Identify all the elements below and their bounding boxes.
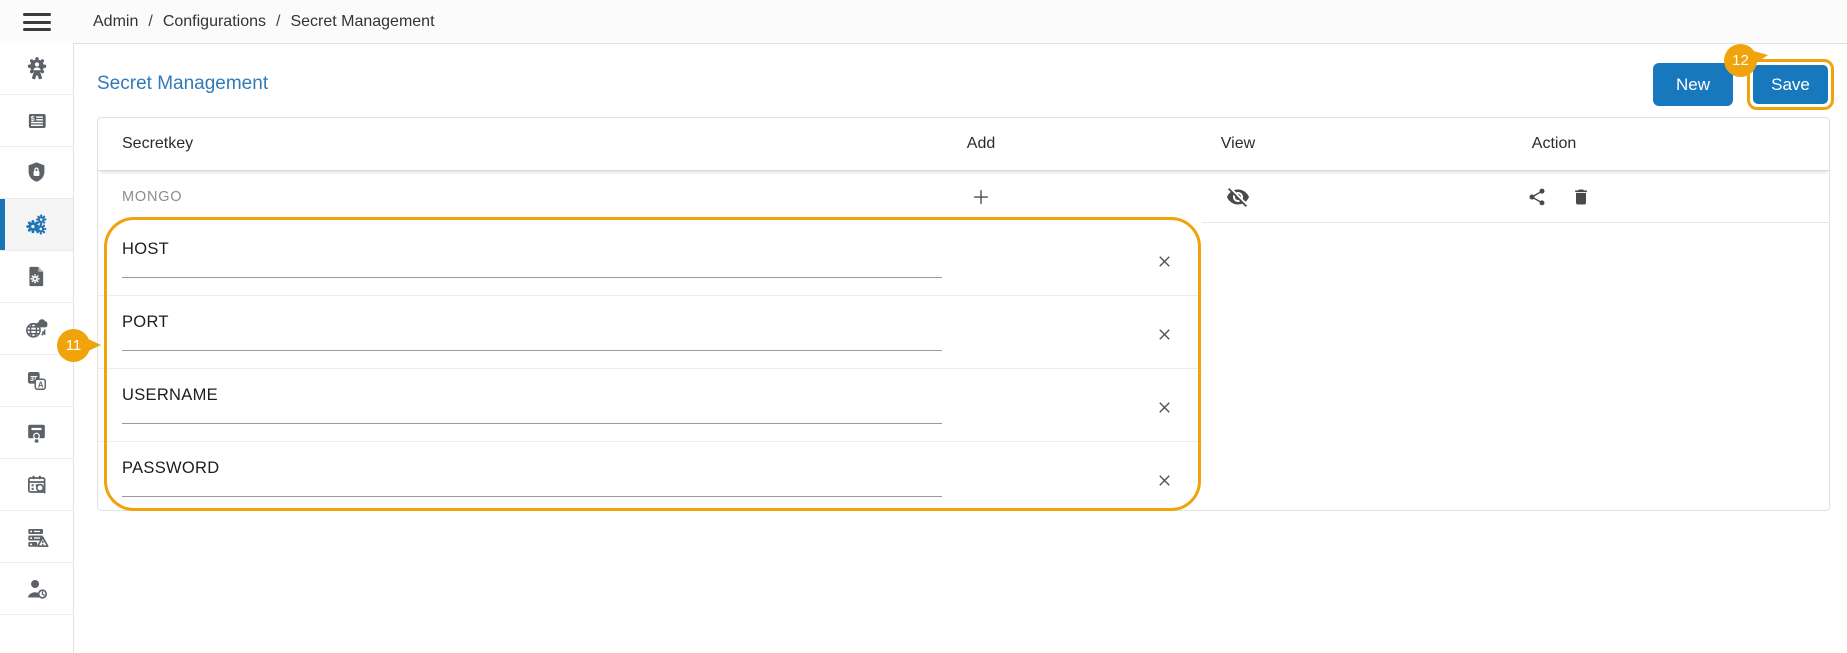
column-header-add: Add [951, 118, 1011, 170]
sidebar-item-calendar-search[interactable] [0, 459, 73, 511]
close-icon [1155, 398, 1174, 417]
breadcrumb: Admin / Configurations / Secret Manageme… [93, 0, 435, 43]
sidebar-item-file-settings[interactable] [0, 251, 73, 303]
server-alert-icon [24, 524, 50, 550]
password-input[interactable]: PASSWORD [98, 442, 1082, 514]
field-row-password: PASSWORD [98, 442, 1202, 514]
sidebar-item-security-shield[interactable] [0, 147, 73, 199]
calendar-search-icon [24, 472, 50, 498]
username-label: USERNAME [122, 386, 218, 405]
save-button[interactable]: Save [1753, 65, 1828, 104]
sidebar-item-user-history[interactable] [0, 563, 73, 615]
secretkey-value: MONGO [122, 170, 182, 223]
plus-icon [970, 186, 992, 208]
sidebar-item-certificate[interactable] [0, 407, 73, 459]
sidebar-item-configurations[interactable] [0, 199, 73, 251]
globe-cloud-icon [23, 315, 50, 342]
sidebar-item-certified-user[interactable] [0, 43, 73, 95]
username-input[interactable]: USERNAME [98, 369, 1082, 441]
close-icon [1155, 252, 1174, 271]
column-header-secretkey: Secretkey [122, 118, 193, 170]
breadcrumb-admin[interactable]: Admin [93, 13, 138, 31]
svg-text:A: A [38, 380, 44, 389]
translate-icon: 3T A [24, 368, 49, 393]
remove-port-field-button[interactable] [1146, 320, 1182, 348]
input-underline [122, 496, 942, 497]
sidebar-item-billing-statement[interactable]: $ [0, 95, 73, 147]
billing-statement-icon: $ [24, 108, 50, 134]
remove-username-field-button[interactable] [1146, 393, 1182, 421]
row-divider [1202, 222, 1829, 223]
breadcrumb-configurations[interactable]: Configurations [163, 13, 266, 31]
port-input[interactable]: PORT [98, 296, 1082, 368]
sidebar-item-translate[interactable]: 3T A [0, 355, 73, 407]
password-label: PASSWORD [122, 459, 219, 478]
column-header-view: View [1203, 118, 1273, 170]
breadcrumb-separator: / [148, 13, 152, 31]
table-header-row: Secretkey Add View Action [98, 118, 1829, 171]
host-input[interactable]: HOST [98, 223, 1082, 295]
trash-icon [1571, 187, 1591, 207]
delete-secret-button[interactable] [1563, 170, 1599, 223]
page-title: Secret Management [97, 73, 268, 95]
field-row-host: HOST [98, 223, 1202, 296]
port-label: PORT [122, 313, 169, 332]
field-row-port: PORT [98, 296, 1202, 369]
remove-host-field-button[interactable] [1146, 247, 1182, 275]
column-header-action: Action [1509, 118, 1599, 170]
new-button[interactable]: New [1653, 63, 1733, 106]
active-item-indicator [0, 199, 5, 250]
annotation-step-12-badge: 12 [1724, 44, 1757, 77]
certificate-board-icon [24, 420, 49, 445]
user-clock-icon [24, 576, 50, 602]
sidebar-item-server-alert[interactable] [0, 511, 73, 563]
share-secret-button[interactable] [1519, 170, 1555, 223]
breadcrumb-separator: / [276, 13, 280, 31]
secret-table: Secretkey Add View Action MONGO [97, 117, 1830, 511]
input-underline [122, 350, 942, 351]
annotation-step-11-badge: 11 [57, 329, 90, 362]
host-label: HOST [122, 240, 169, 259]
breadcrumb-secret-management[interactable]: Secret Management [290, 13, 434, 31]
input-underline [122, 277, 942, 278]
view-secret-button[interactable] [1203, 170, 1273, 223]
eye-off-icon [1226, 185, 1250, 209]
file-gear-icon [24, 264, 49, 289]
shield-lock-icon [24, 160, 49, 185]
gears-icon [23, 211, 50, 238]
input-underline [122, 423, 942, 424]
table-row: MONGO [98, 170, 1829, 223]
field-row-username: USERNAME [98, 369, 1202, 442]
close-icon [1155, 325, 1174, 344]
close-icon [1155, 471, 1174, 490]
certified-user-icon [24, 56, 50, 82]
share-icon [1527, 187, 1547, 207]
hamburger-menu-icon[interactable] [23, 13, 51, 31]
secret-fields-panel: HOST PORT USERNAME [98, 223, 1202, 514]
add-key-button[interactable] [951, 170, 1011, 223]
remove-password-field-button[interactable] [1146, 466, 1182, 494]
